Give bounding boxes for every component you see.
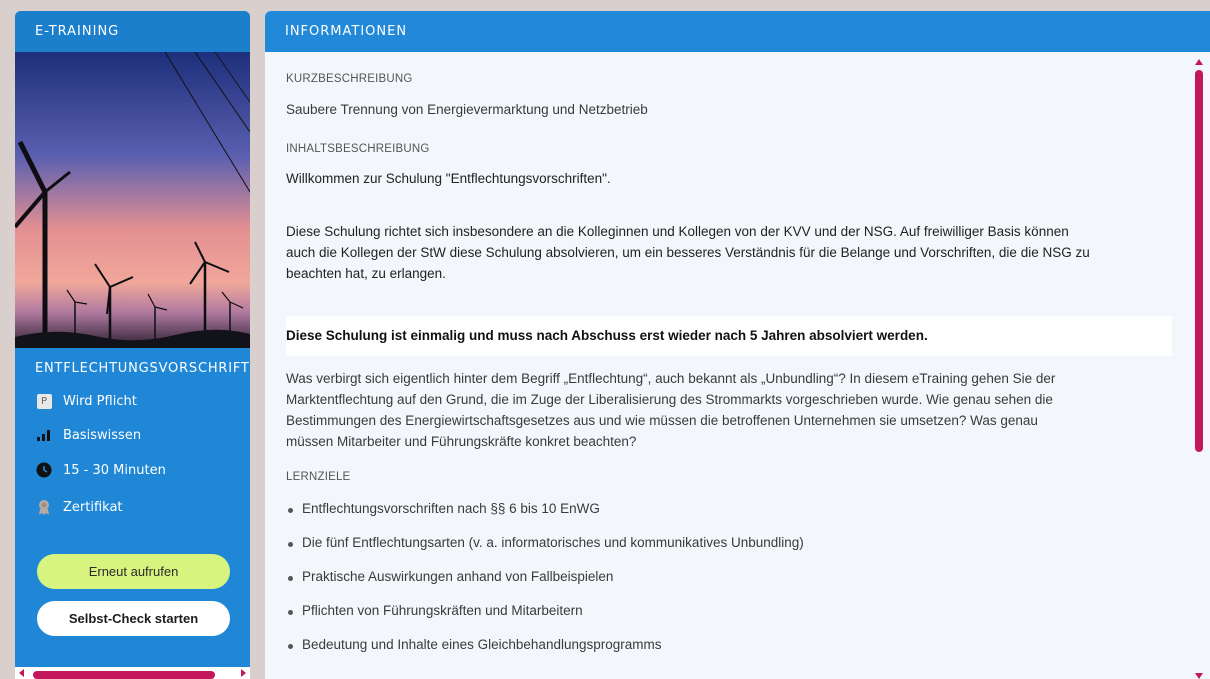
welcome-text: Willkommen zur Schulung "Entflechtungsvo… xyxy=(286,171,611,186)
level-label: Basiswissen xyxy=(63,427,142,443)
intro-line-1: Was verbirgt sich eigentlich hinter dem … xyxy=(286,371,1056,386)
e-training-header: E-TRAINING xyxy=(15,11,250,52)
mandatory-status: P Wird Pflicht xyxy=(35,392,137,410)
short-description-label: KURZBESCHREIBUNG xyxy=(286,73,413,85)
learning-goal-item: Die fünf Entflechtungsarten (v. a. infor… xyxy=(288,535,804,550)
p-badge-icon: P xyxy=(35,392,53,410)
mandatory-label: Wird Pflicht xyxy=(63,393,137,409)
level-info: Basiswissen xyxy=(35,426,141,444)
short-description: Saubere Trennung von Energievermarktung … xyxy=(286,102,648,117)
scroll-left-arrow-icon[interactable] xyxy=(19,669,24,677)
vertical-scroll-thumb[interactable] xyxy=(1195,70,1203,452)
audience-line-2: auch die Kollegen der StW diese Schulung… xyxy=(286,245,1090,260)
reopen-button[interactable]: Erneut aufrufen xyxy=(37,554,230,589)
audience-line-1: Diese Schulung richtet sich insbesondere… xyxy=(286,224,1069,239)
clock-icon xyxy=(35,461,53,479)
intro-line-2: Marktentflechtung auf den Grund, die im … xyxy=(286,392,1053,407)
e-training-panel: E-TRAINING ENTFLECHTUNGSVORSCHRIFTEN P W… xyxy=(15,11,250,679)
learning-goals-label: LERNZIELE xyxy=(286,471,351,483)
horizontal-scrollbar[interactable] xyxy=(15,667,250,679)
learning-goal-item: Entflechtungsvorschriften nach §§ 6 bis … xyxy=(288,501,600,516)
scroll-down-arrow-icon[interactable] xyxy=(1195,673,1203,679)
start-self-check-button[interactable]: Selbst-Check starten xyxy=(37,601,230,636)
duration-info: 15 - 30 Minuten xyxy=(35,461,166,479)
duration-label: 15 - 30 Minuten xyxy=(63,462,166,478)
certificate-info: Zertifikat xyxy=(35,498,123,516)
notice-text: Diese Schulung ist einmalig und muss nac… xyxy=(286,328,928,343)
intro-line-3: Bestimmungen des Energiewirtschaftsgeset… xyxy=(286,413,1038,428)
intro-line-4: müssen Mitarbeiter und Führungskräfte ko… xyxy=(286,434,637,449)
scroll-up-arrow-icon[interactable] xyxy=(1195,59,1203,65)
horizontal-scroll-thumb[interactable] xyxy=(33,671,215,679)
vertical-scrollbar[interactable] xyxy=(1193,59,1204,679)
learning-goal-item: Praktische Auswirkungen anhand von Fallb… xyxy=(287,569,614,584)
scroll-right-arrow-icon[interactable] xyxy=(241,669,246,677)
signal-bars-icon xyxy=(35,426,53,444)
course-hero-image xyxy=(15,52,250,348)
information-panel: INFORMATIONEN KURZBESCHREIBUNG Saubere T… xyxy=(265,11,1210,679)
learning-goal-item: Bedeutung und Inhalte eines Gleichbehand… xyxy=(288,637,662,652)
course-title: ENTFLECHTUNGSVORSCHRIFTEN xyxy=(35,361,250,376)
information-header: INFORMATIONEN xyxy=(265,11,1210,52)
wind-turbines-image xyxy=(15,52,250,348)
certificate-label: Zertifikat xyxy=(63,499,123,515)
audience-line-3: beachten hat, zu erlangen. xyxy=(286,266,446,281)
learning-goal-item: Pflichten von Führungskräften und Mitarb… xyxy=(288,603,583,618)
content-description-label: INHALTSBESCHREIBUNG xyxy=(286,143,430,155)
certificate-icon xyxy=(35,498,53,516)
